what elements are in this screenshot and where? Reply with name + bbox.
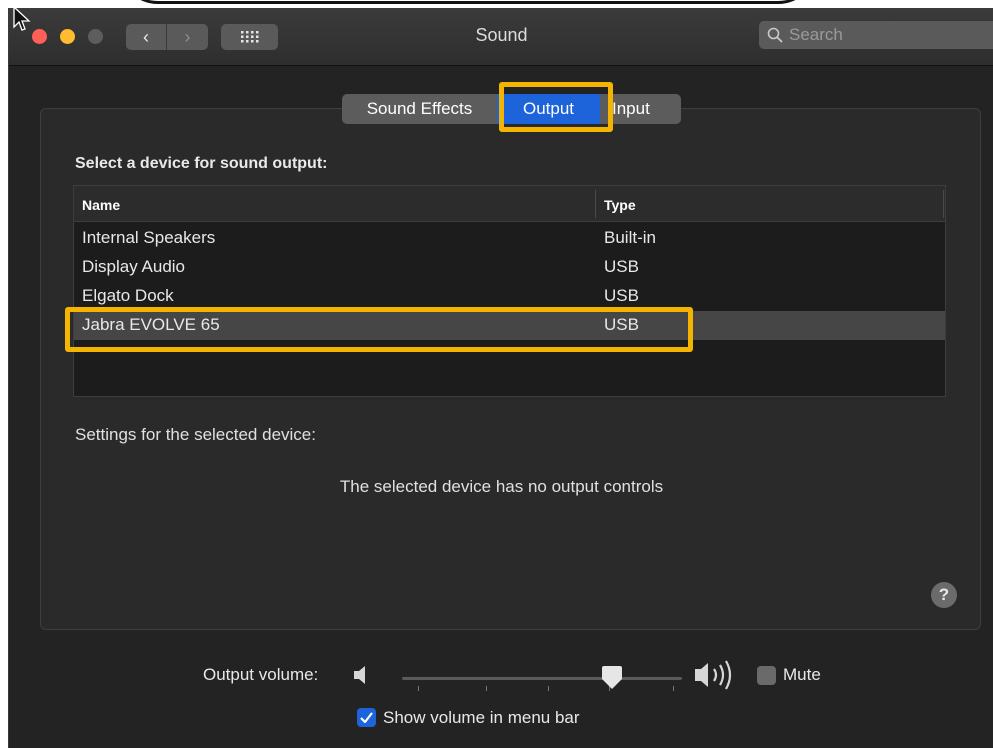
mute-checkbox[interactable] <box>757 666 776 685</box>
slider-tick <box>673 686 674 691</box>
column-divider <box>943 190 944 218</box>
slider-knob[interactable] <box>601 666 623 690</box>
search-icon <box>767 27 783 43</box>
device-type: USB <box>604 257 639 276</box>
device-type: Built-in <box>604 228 656 247</box>
show-volume-checkbox[interactable] <box>357 708 376 727</box>
no-controls-message: The selected device has no output contro… <box>339 477 664 496</box>
show-volume-label: Show volume in menu bar <box>383 708 580 727</box>
device-name: Display Audio <box>82 257 186 276</box>
device-type: USB <box>604 286 639 305</box>
search-placeholder: Search <box>789 25 843 44</box>
slider-tick <box>486 686 487 691</box>
selected-device-highlight <box>65 307 693 352</box>
slider-track <box>402 677 682 680</box>
output-volume-slider[interactable] <box>402 666 682 696</box>
tab-sound-effects[interactable]: Sound Effects <box>342 94 497 124</box>
slider-tick <box>548 686 549 691</box>
output-section-title: Select a device for sound output: <box>75 155 328 172</box>
table-header: Name Type <box>74 186 945 222</box>
top-strip <box>0 0 993 8</box>
device-name: Internal Speakers <box>82 228 216 247</box>
column-header-type[interactable]: Type <box>604 197 636 213</box>
checkmark-icon <box>360 712 373 723</box>
table-row[interactable]: Display Audio USB <box>74 253 945 282</box>
column-header-name[interactable]: Name <box>82 197 120 213</box>
column-divider <box>595 190 596 218</box>
help-button[interactable]: ? <box>931 582 957 608</box>
decorative-shape <box>118 0 818 4</box>
search-field[interactable]: Search <box>759 21 993 49</box>
mute-label: Mute <box>783 665 821 684</box>
output-device-table: Name Type Internal Speakers Built-in Dis… <box>73 185 946 397</box>
speaker-low-icon <box>354 666 365 684</box>
title-bar: ‹ › Sound Search <box>9 6 993 66</box>
output-volume-label: Output volume: <box>203 665 319 684</box>
output-tab-highlight <box>499 82 613 132</box>
slider-tick <box>418 686 419 691</box>
device-name: Elgato Dock <box>82 286 174 305</box>
speaker-high-icon <box>695 660 732 690</box>
settings-label: Settings for the selected device: <box>75 425 316 444</box>
table-row[interactable]: Internal Speakers Built-in <box>74 224 945 253</box>
sound-preferences-window: ‹ › Sound Search Sound Effects Output In… <box>8 6 993 748</box>
